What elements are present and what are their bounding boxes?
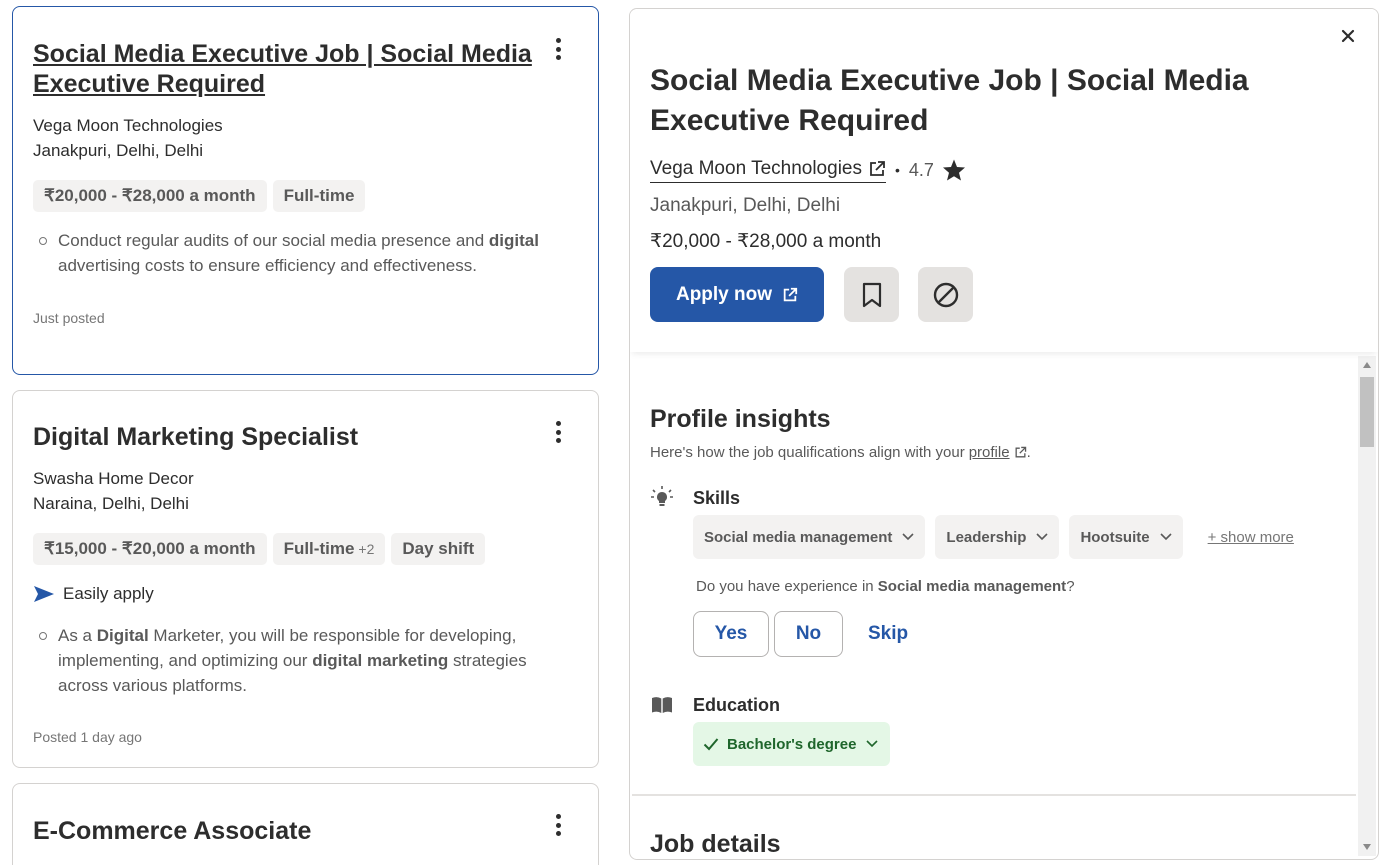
subtitle-period: .: [1026, 444, 1031, 461]
easily-apply: Easily apply: [33, 582, 578, 606]
chevron-down-icon: [1160, 533, 1172, 541]
book-icon: [652, 697, 672, 713]
close-icon[interactable]: [1336, 24, 1360, 48]
chevron-down-icon: [1036, 533, 1049, 541]
job-title-link[interactable]: Social Media Executive Job | Social Medi…: [33, 39, 533, 99]
external-link-icon: [783, 287, 798, 301]
yes-button[interactable]: Yes: [693, 611, 769, 657]
send-arrow-icon: [34, 586, 54, 602]
star-icon: [942, 159, 965, 181]
skills-pills: Social media management Leadership Hoots…: [693, 515, 1294, 559]
job-detail-panel: Social Media Executive Job | Social Medi…: [629, 8, 1379, 860]
job-snippet: Conduct regular audits of our social med…: [33, 228, 543, 278]
job-snippet: As a Digital Marketer, you will be respo…: [33, 623, 543, 698]
show-more-link[interactable]: + show more: [1208, 529, 1294, 546]
posted-date: Posted 1 day ago: [33, 729, 142, 745]
snippet-text: Conduct regular audits of our social med…: [58, 231, 489, 250]
company-name: Vega Moon Technologies: [650, 157, 862, 179]
company-name: Vega Moon Technologies: [33, 116, 223, 135]
profile-insights-title: Profile insights: [650, 405, 831, 433]
snippet-highlight: Digital: [96, 626, 149, 645]
chevron-down-icon: [866, 740, 879, 748]
job-list: Social Media Executive Job | Social Medi…: [12, 6, 599, 865]
job-details-title: Job details: [650, 830, 781, 858]
more-options-icon[interactable]: [548, 418, 568, 446]
snippet-highlight: digital marketing: [312, 651, 449, 670]
question-text: Do you have experience in: [696, 578, 878, 595]
skill-question: Do you have experience in Social media m…: [696, 578, 1075, 595]
job-type-tag: Full-time +2: [272, 533, 386, 565]
apply-now-label: Apply now: [675, 283, 773, 305]
answer-buttons: Yes No Skip: [693, 611, 908, 657]
profile-link[interactable]: profile: [969, 444, 1027, 461]
skill-pill[interactable]: Hootsuite: [1069, 515, 1183, 559]
save-job-button[interactable]: [844, 267, 899, 322]
job-detail-header: Social Media Executive Job | Social Medi…: [630, 9, 1378, 352]
company-row: Vega Moon Technologies • 4.7: [650, 155, 966, 185]
education-label: Education: [693, 695, 781, 715]
scroll-up-icon[interactable]: [1363, 362, 1371, 368]
no-button[interactable]: No: [774, 611, 843, 657]
subtitle-text: Here's how the job qualifications align …: [650, 444, 965, 461]
job-card[interactable]: Digital Marketing Specialist Swasha Home…: [12, 390, 599, 768]
job-card[interactable]: E-Commerce Associate: [12, 783, 599, 865]
apply-now-button[interactable]: Apply now: [650, 267, 824, 322]
question-text: ?: [1066, 578, 1075, 595]
company-rating: 4.7: [908, 159, 934, 180]
shift-tag: Day shift: [391, 533, 486, 565]
job-title-link[interactable]: E-Commerce Associate: [33, 816, 533, 846]
question-skill: Social media management: [877, 578, 1067, 595]
skill-label: Leadership: [946, 528, 1027, 546]
education-pill[interactable]: Bachelor's degree: [693, 722, 891, 766]
education-value: Bachelor's degree: [727, 735, 857, 753]
job-location: Naraina, Delhi, Delhi: [33, 494, 189, 513]
salary-tag: ₹15,000 - ₹20,000 a month: [33, 533, 267, 565]
scroll-down-icon[interactable]: [1363, 844, 1371, 850]
skill-pill[interactable]: Leadership: [935, 515, 1060, 559]
section-divider: [632, 794, 1356, 796]
more-options-icon[interactable]: [548, 35, 568, 63]
checkmark-icon: [703, 738, 719, 751]
skip-button[interactable]: Skip: [868, 623, 908, 645]
job-type-label: Full-time: [283, 539, 355, 558]
snippet-text: As a: [58, 626, 97, 645]
job-detail-body: Profile insights Here's how the job qual…: [630, 352, 1378, 859]
not-interested-button[interactable]: [918, 267, 973, 322]
separator-dot: •: [894, 162, 900, 178]
lightbulb-icon: [651, 486, 673, 506]
job-type-tag: Full-time: [272, 180, 366, 212]
snippet-highlight: digital: [488, 231, 539, 250]
job-card[interactable]: Social Media Executive Job | Social Medi…: [12, 6, 599, 375]
scroll-thumb[interactable]: [1360, 377, 1374, 447]
skills-label: Skills: [693, 488, 741, 508]
skill-label: Hootsuite: [1080, 528, 1150, 546]
more-options-icon[interactable]: [548, 811, 568, 839]
external-link-icon: [1015, 446, 1026, 458]
skill-pill[interactable]: Social media management: [693, 515, 926, 559]
job-location: Janakpuri, Delhi, Delhi: [650, 195, 841, 216]
profile-link-label: profile: [968, 444, 1010, 461]
profile-insights-subtitle: Here's how the job qualifications align …: [650, 444, 1031, 461]
skill-label: Social media management: [704, 528, 893, 546]
easily-apply-label: Easily apply: [63, 584, 154, 603]
block-icon: [933, 282, 958, 307]
posted-date: Just posted: [33, 310, 105, 326]
company-link[interactable]: Vega Moon Technologies: [650, 158, 886, 183]
chevron-down-icon: [902, 533, 914, 541]
bookmark-icon: [862, 282, 881, 307]
job-title-link[interactable]: Digital Marketing Specialist: [33, 422, 533, 452]
scrollbar[interactable]: [1358, 356, 1376, 856]
salary-tag: ₹20,000 - ₹28,000 a month: [33, 180, 267, 212]
job-tags: ₹20,000 - ₹28,000 a month Full-time: [33, 180, 578, 212]
job-tags: ₹15,000 - ₹20,000 a month Full-time +2 Da…: [33, 533, 578, 565]
job-salary: ₹20,000 - ₹28,000 a month: [650, 231, 882, 252]
snippet-text: advertising costs to ensure efficiency a…: [58, 256, 477, 275]
company-name: Swasha Home Decor: [33, 469, 194, 488]
job-location: Janakpuri, Delhi, Delhi: [33, 141, 204, 160]
job-detail-title: Social Media Executive Job | Social Medi…: [650, 64, 1249, 137]
external-link-icon: [870, 160, 885, 176]
job-type-extra: +2: [358, 541, 375, 557]
